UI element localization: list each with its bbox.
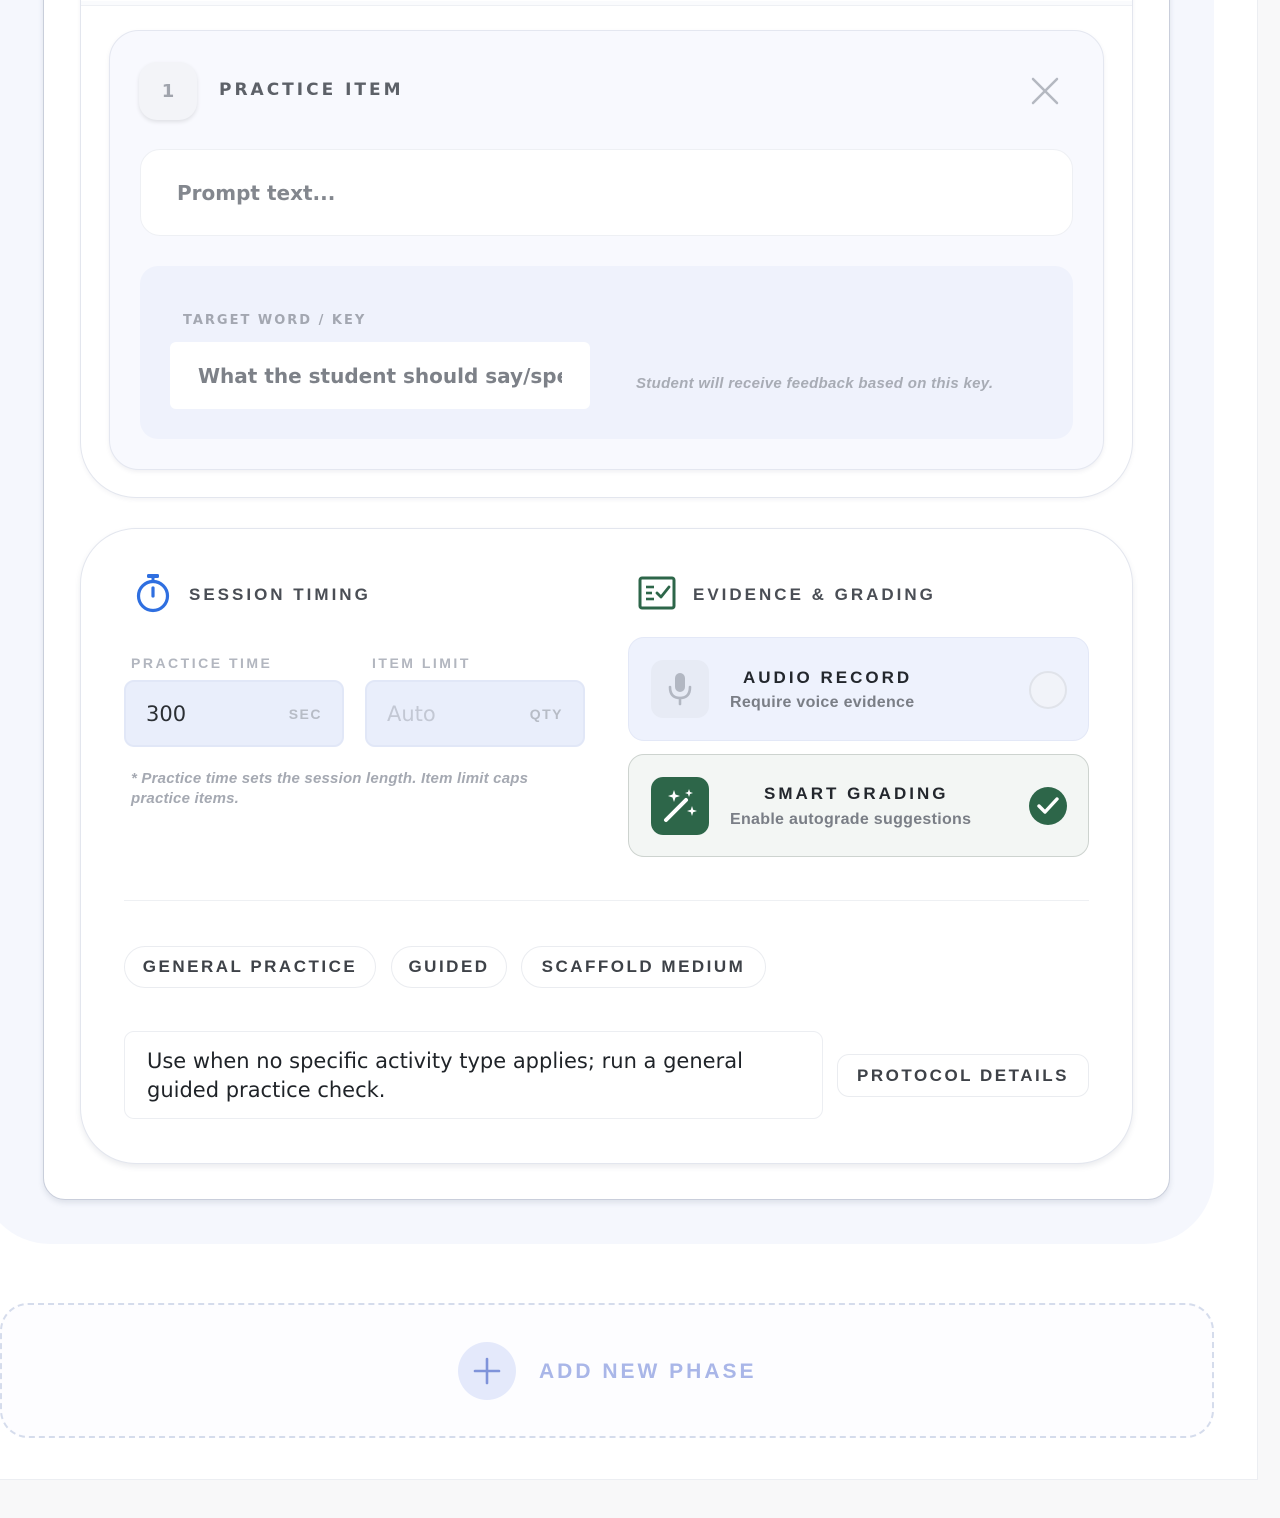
practice-time-input[interactable]: 300 SEC bbox=[124, 680, 344, 747]
item-limit-input[interactable]: Auto QTY bbox=[365, 680, 585, 747]
settings-divider bbox=[124, 900, 1089, 901]
checklist-icon bbox=[638, 576, 676, 610]
practice-item-number: 1 bbox=[139, 62, 197, 120]
audio-record-subtitle: Require voice evidence bbox=[730, 694, 915, 711]
evidence-grading-title: EVIDENCE & GRADING bbox=[693, 585, 936, 604]
microphone-icon bbox=[668, 673, 692, 706]
prompt-input[interactable]: Prompt text... bbox=[140, 149, 1073, 236]
add-phase-label: ADD NEW PHASE bbox=[539, 1360, 757, 1383]
smart-grading-title: SMART GRADING bbox=[764, 784, 949, 803]
target-key-placeholder: What the student should say/spe bbox=[198, 363, 562, 388]
magic-wand-icon bbox=[664, 789, 697, 822]
audio-record-radio[interactable] bbox=[1029, 671, 1067, 709]
smart-grading-subtitle: Enable autograde suggestions bbox=[730, 811, 972, 828]
tag-scaffold-medium: SCAFFOLD MEDIUM bbox=[521, 946, 766, 988]
practice-time-unit: SEC bbox=[288, 705, 322, 722]
protocol-details-button[interactable]: PROTOCOL DETAILS bbox=[837, 1054, 1089, 1097]
audio-record-option[interactable]: AUDIO RECORD Require voice evidence bbox=[628, 637, 1089, 741]
tag-guided: GUIDED bbox=[391, 946, 507, 988]
practice-time-label: PRACTICE TIME bbox=[131, 655, 273, 671]
plus-icon bbox=[473, 1357, 501, 1385]
target-key-label: TARGET WORD / KEY bbox=[183, 313, 367, 328]
target-key-input[interactable]: What the student should say/spe bbox=[170, 342, 590, 409]
timing-note: * Practice time sets the session length.… bbox=[131, 770, 529, 807]
tag-general-practice: GENERAL PRACTICE bbox=[124, 946, 376, 988]
item-limit-label: ITEM LIMIT bbox=[372, 655, 471, 671]
check-icon bbox=[1037, 797, 1059, 814]
add-new-phase-button[interactable]: ADD NEW PHASE bbox=[0, 1303, 1214, 1438]
item-limit-unit: QTY bbox=[529, 705, 563, 722]
remove-item-button[interactable] bbox=[1028, 74, 1062, 108]
audio-record-title: AUDIO RECORD bbox=[743, 668, 913, 687]
practice-time-value: 300 bbox=[146, 701, 187, 726]
stopwatch-icon bbox=[136, 574, 170, 613]
practice-item-title: PRACTICE ITEM bbox=[219, 80, 404, 100]
target-key-hint: Student will receive feedback based on t… bbox=[636, 375, 994, 392]
protocol-description: Use when no specific activity type appli… bbox=[124, 1031, 823, 1119]
smart-grading-check[interactable] bbox=[1029, 787, 1067, 825]
smart-grading-icon-tile bbox=[651, 777, 709, 835]
item-limit-placeholder: Auto bbox=[387, 701, 436, 726]
close-icon bbox=[1031, 77, 1059, 105]
audio-icon-tile bbox=[651, 660, 709, 718]
smart-grading-option[interactable]: SMART GRADING Enable autograde suggestio… bbox=[628, 754, 1089, 857]
session-timing-title: SESSION TIMING bbox=[189, 585, 371, 604]
add-phase-circle bbox=[458, 1342, 516, 1400]
